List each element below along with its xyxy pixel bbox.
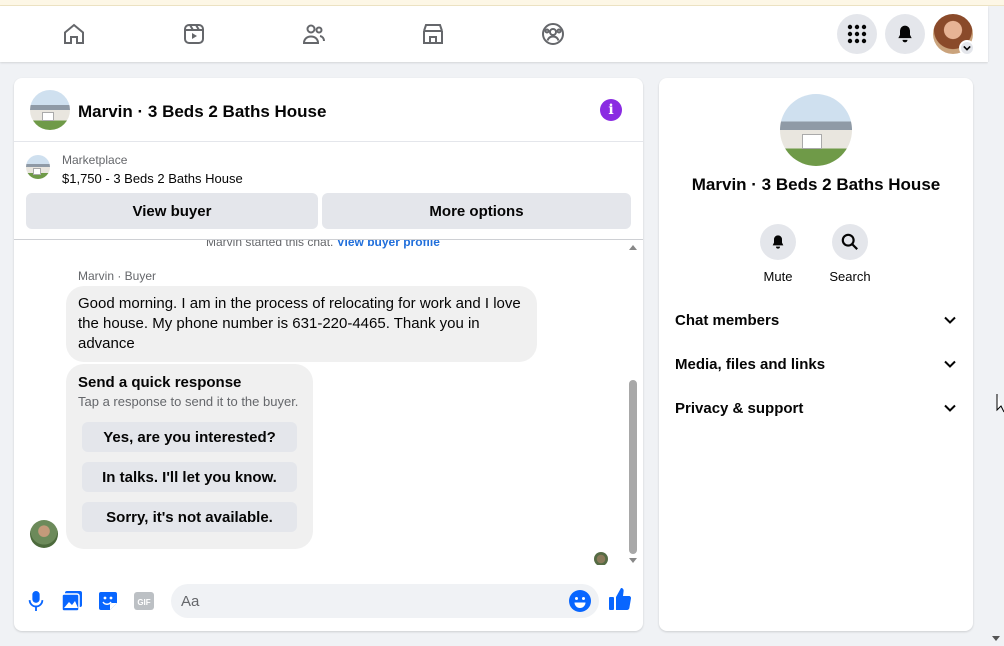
home-icon[interactable] (58, 18, 90, 50)
mute-label: Mute (763, 269, 793, 284)
notifications-icon[interactable] (885, 14, 925, 54)
mute-button[interactable]: Mute (748, 224, 808, 284)
photo-icon[interactable] (61, 590, 83, 612)
marketplace-label: Marketplace (62, 153, 128, 167)
scrollbar-thumb[interactable] (629, 380, 637, 554)
section-privacy-support[interactable]: Privacy & support (675, 396, 957, 420)
quick-response-title: Send a quick response (78, 374, 242, 391)
message-list: Marvin started this chat. View buyer pro… (14, 240, 643, 565)
chat-panel: Marvin · 3 Beds 2 Baths House i Marketpl… (14, 78, 643, 631)
gif-icon[interactable]: GIF (133, 590, 155, 612)
listing-price-title[interactable]: $1,750 - 3 Beds 2 Baths House (62, 171, 243, 186)
page-scrollbar[interactable] (988, 62, 1004, 646)
view-buyer-profile-link[interactable]: View buyer profile (337, 240, 440, 249)
search-label: Search (829, 269, 871, 284)
sticker-icon[interactable] (97, 590, 119, 612)
section-media-files-links[interactable]: Media, files and links (675, 352, 957, 376)
emoji-icon[interactable] (569, 590, 591, 612)
message-scrollbar[interactable] (628, 244, 638, 564)
chat-title[interactable]: Marvin · 3 Beds 2 Baths House (78, 102, 326, 122)
sender-label: Marvin · Buyer (78, 269, 157, 283)
svg-text:GIF: GIF (137, 598, 150, 607)
groups-icon[interactable] (537, 18, 569, 50)
chevron-down-icon (944, 404, 956, 412)
quick-response-subtitle: Tap a response to send it to the buyer. (78, 394, 299, 409)
friends-icon[interactable] (298, 18, 330, 50)
view-buyer-button[interactable]: View buyer (26, 193, 318, 229)
listing-small-thumbnail (26, 155, 50, 179)
seen-indicator-avatar (594, 552, 608, 565)
listing-photo[interactable] (780, 94, 852, 166)
search-button[interactable]: Search (820, 224, 880, 284)
buyer-avatar[interactable] (30, 520, 58, 548)
chevron-down-icon (944, 360, 956, 368)
menu-grid-icon[interactable] (837, 14, 877, 54)
marketplace-icon[interactable] (417, 18, 449, 50)
info-title: Marvin · 3 Beds 2 Baths House (691, 175, 941, 194)
quick-response-card: Send a quick response Tap a response to … (66, 364, 313, 549)
chevron-down-icon[interactable] (959, 40, 975, 56)
bell-icon (760, 224, 796, 260)
message-input[interactable] (171, 584, 599, 618)
quick-response-not-available[interactable]: Sorry, it's not available. (82, 502, 297, 532)
chat-started-notice: Marvin started this chat. View buyer pro… (206, 240, 440, 249)
conversation-info-panel: Marvin · 3 Beds 2 Baths House Mute Searc… (659, 78, 973, 631)
info-icon[interactable]: i (600, 99, 622, 121)
top-navigation-bar (0, 6, 988, 62)
chat-header: Marvin · 3 Beds 2 Baths House i (14, 78, 643, 142)
composer: GIF (14, 578, 643, 626)
microphone-icon[interactable] (25, 590, 47, 612)
mouse-cursor-icon (996, 394, 1004, 413)
like-icon[interactable] (609, 588, 631, 611)
quick-response-yes[interactable]: Yes, are you interested? (82, 422, 297, 452)
quick-response-in-talks[interactable]: In talks. I'll let you know. (82, 462, 297, 492)
listing-thumbnail[interactable] (30, 90, 70, 130)
video-icon[interactable] (178, 18, 210, 50)
section-chat-members[interactable]: Chat members (675, 308, 957, 332)
more-options-button[interactable]: More options (322, 193, 631, 229)
search-icon (832, 224, 868, 260)
chevron-down-icon (944, 316, 956, 324)
message-bubble[interactable]: Good morning. I am in the process of rel… (66, 286, 537, 362)
